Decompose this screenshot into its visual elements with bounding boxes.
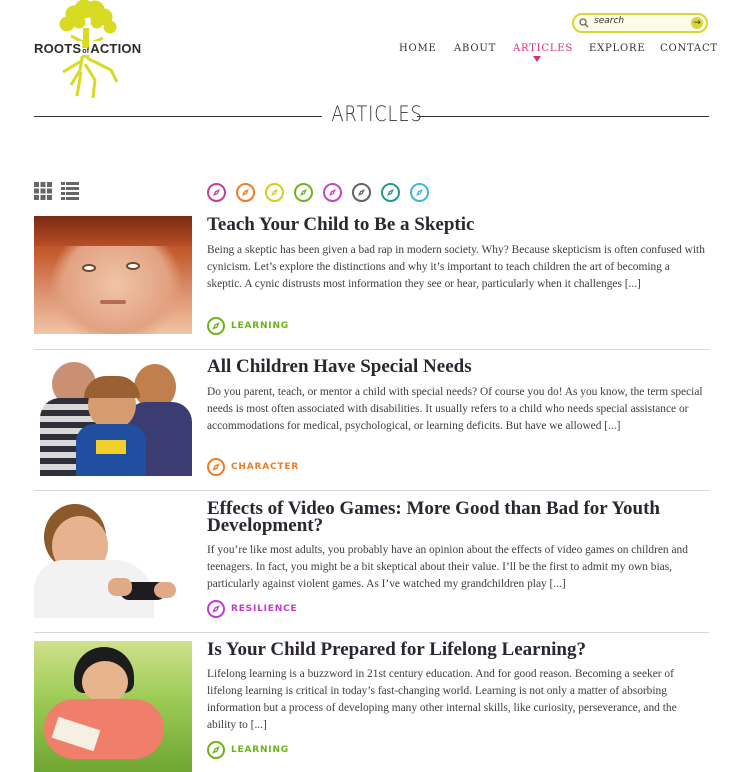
filter-compass-icon[interactable] — [236, 183, 255, 202]
filter-compass-icon[interactable] — [381, 183, 400, 202]
three-children-photo[interactable] — [34, 358, 192, 476]
filter-compass-icon[interactable] — [352, 183, 371, 202]
filter-compass-icon[interactable] — [294, 183, 313, 202]
article-title[interactable]: All Children Have Special Needs — [207, 357, 697, 376]
article-divider — [34, 632, 709, 633]
article-excerpt: Being a skeptic has been given a bad rap… — [207, 244, 705, 290]
article-category-label[interactable]: LEARNING — [231, 321, 289, 331]
search-input[interactable]: search — [594, 16, 624, 26]
nav-articles[interactable]: ARTICLES — [513, 43, 573, 54]
compass-icon — [207, 458, 225, 476]
grid-view-icon[interactable] — [34, 182, 52, 200]
title-rule-right — [417, 116, 709, 117]
nav-contact[interactable]: CONTACT — [660, 43, 718, 54]
article-excerpt: Do you parent, teach, or mentor a child … — [207, 386, 703, 432]
girl-reading-photo[interactable] — [34, 641, 192, 772]
list-view-icon[interactable] — [61, 182, 79, 200]
article-card[interactable]: All Children Have Special Needs Do you p… — [34, 357, 709, 483]
compass-icon — [207, 741, 225, 759]
article-title[interactable]: Is Your Child Prepared for Lifelong Lear… — [207, 640, 697, 659]
article-excerpt: If you’re like most adults, you probably… — [207, 544, 688, 590]
article-card[interactable]: Teach Your Child to Be a Skeptic Being a… — [34, 215, 709, 341]
article-card[interactable]: Is Your Child Prepared for Lifelong Lear… — [34, 640, 709, 772]
skeptical-child-photo[interactable] — [34, 216, 192, 334]
main-nav: HOME ABOUT ARTICLES EXPLORE CONTACT — [0, 43, 745, 73]
filter-compass-icon[interactable] — [323, 183, 342, 202]
compass-icon — [207, 317, 225, 335]
search-go-arrow-icon[interactable]: → — [691, 17, 703, 29]
page-title: ARTICLES — [331, 102, 423, 126]
article-category-label[interactable]: RESILIENCE — [231, 604, 297, 614]
filter-compass-icon[interactable] — [410, 183, 429, 202]
nav-about[interactable]: ABOUT — [454, 43, 496, 54]
article-category-label[interactable]: LEARNING — [231, 745, 289, 755]
active-nav-indicator-icon — [533, 56, 541, 62]
filter-compass-icon[interactable] — [207, 183, 226, 202]
compass-icon — [207, 600, 225, 618]
article-excerpt: Lifelong learning is a buzzword in 21st … — [207, 668, 677, 731]
article-divider — [34, 349, 709, 350]
search-box[interactable]: search → — [572, 13, 708, 33]
filter-compass-icon[interactable] — [265, 183, 284, 202]
article-title[interactable]: Teach Your Child to Be a Skeptic — [207, 215, 697, 234]
boy-video-game-photo[interactable] — [34, 500, 192, 618]
article-category-label[interactable]: CHARACTER — [231, 462, 299, 472]
title-rule-left — [34, 116, 322, 117]
nav-home[interactable]: HOME — [399, 43, 437, 54]
search-icon — [579, 18, 589, 28]
article-title[interactable]: Effects of Video Games: More Good than B… — [207, 499, 697, 535]
nav-explore[interactable]: EXPLORE — [589, 43, 645, 54]
article-divider — [34, 490, 709, 491]
article-card[interactable]: Effects of Video Games: More Good than B… — [34, 499, 709, 625]
